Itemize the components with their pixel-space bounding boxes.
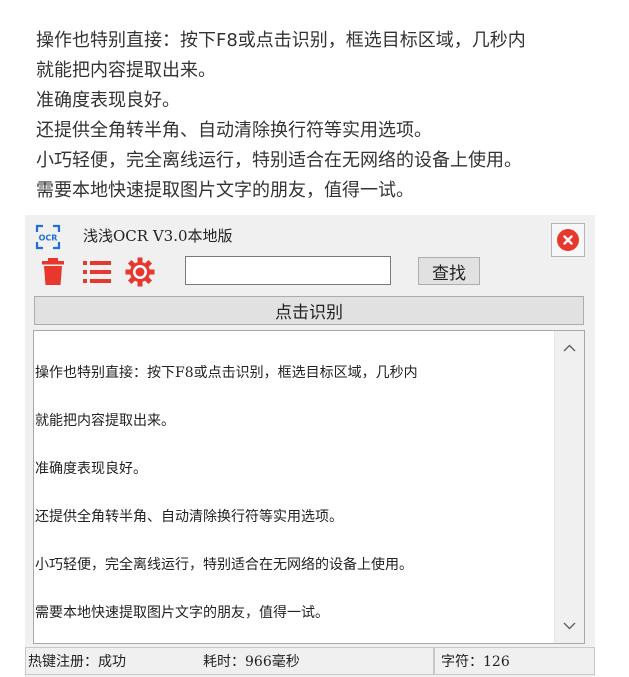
gear-icon[interactable] xyxy=(125,257,155,287)
result-line: 小巧轻便，完全离线运行，特别适合在无网络的设备上使用。 xyxy=(35,557,413,573)
article-line: 准确度表现良好。 xyxy=(36,90,180,111)
result-line: 还提供全角转半角、自动清除换行符等实用选项。 xyxy=(35,509,343,525)
list-icon[interactable] xyxy=(82,257,112,287)
article-line: 需要本地快速提取图片文字的朋友，值得一试。 xyxy=(36,180,414,201)
result-textarea[interactable]: 操作也特别直接：按下F8或点击识别，框选目标区域，几秒内 就能把内容提取出来。 … xyxy=(33,330,585,644)
article-line: 操作也特别直接：按下F8或点击识别，框选目标区域，几秒内 xyxy=(36,30,526,51)
article-text: 操作也特别直接：按下F8或点击识别，框选目标区域，几秒内 就能把内容提取出来。 … xyxy=(36,26,626,206)
ocr-app-window: OCR 浅浅OCR V3.0本地版 查找 点击识别 操作也特别直接：按下F8或点… xyxy=(25,215,595,677)
status-left: 热键注册：成功 耗时：966毫秒 xyxy=(25,647,434,675)
result-line: 操作也特别直接：按下F8或点击识别，框选目标区域，几秒内 xyxy=(35,365,418,381)
search-input[interactable] xyxy=(185,256,391,285)
article-line: 小巧轻便，完全离线运行，特别适合在无网络的设备上使用。 xyxy=(36,150,522,171)
char-count: 字符：126 xyxy=(441,654,510,670)
article-line: 就能把内容提取出来。 xyxy=(36,60,216,81)
chevron-down-icon[interactable] xyxy=(555,611,584,641)
article-line: 还提供全角转半角、自动清除换行符等实用选项。 xyxy=(36,120,432,141)
result-line: 准确度表现良好。 xyxy=(35,461,147,477)
recognize-button[interactable]: 点击识别 xyxy=(34,296,584,325)
result-text[interactable]: 操作也特别直接：按下F8或点击识别，框选目标区域，几秒内 就能把内容提取出来。 … xyxy=(35,333,554,653)
close-button[interactable] xyxy=(551,223,585,257)
char-count-cell: 字符：126 xyxy=(434,647,595,675)
app-title: 浅浅OCR V3.0本地版 xyxy=(83,227,233,245)
status-bar: 热键注册：成功 耗时：966毫秒 字符：126 xyxy=(25,647,595,675)
result-line: 就能把内容提取出来。 xyxy=(35,413,175,429)
hotkey-status: 热键注册：成功 xyxy=(28,654,126,670)
result-line: 需要本地快速提取图片文字的朋友，值得一试。 xyxy=(35,605,329,621)
find-button[interactable]: 查找 xyxy=(418,257,480,285)
trash-icon[interactable] xyxy=(38,257,68,287)
chevron-up-icon[interactable] xyxy=(555,333,584,363)
logo-text: OCR xyxy=(39,234,58,243)
vertical-scrollbar[interactable] xyxy=(554,331,584,643)
close-icon xyxy=(557,229,579,251)
elapsed-time: 耗时：966毫秒 xyxy=(203,654,300,670)
ocr-icon: OCR xyxy=(35,224,61,250)
